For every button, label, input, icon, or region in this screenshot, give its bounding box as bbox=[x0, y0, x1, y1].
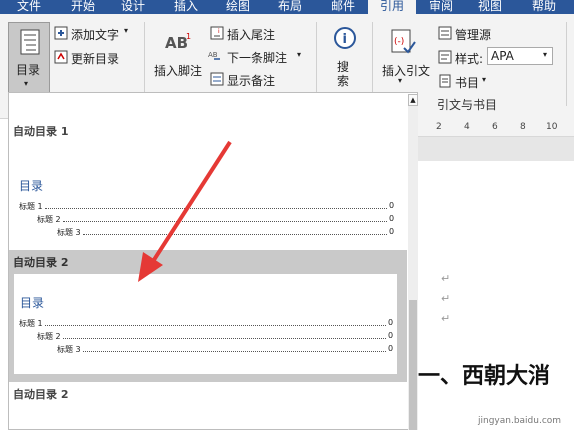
red-arrow-annotation bbox=[138, 140, 232, 282]
